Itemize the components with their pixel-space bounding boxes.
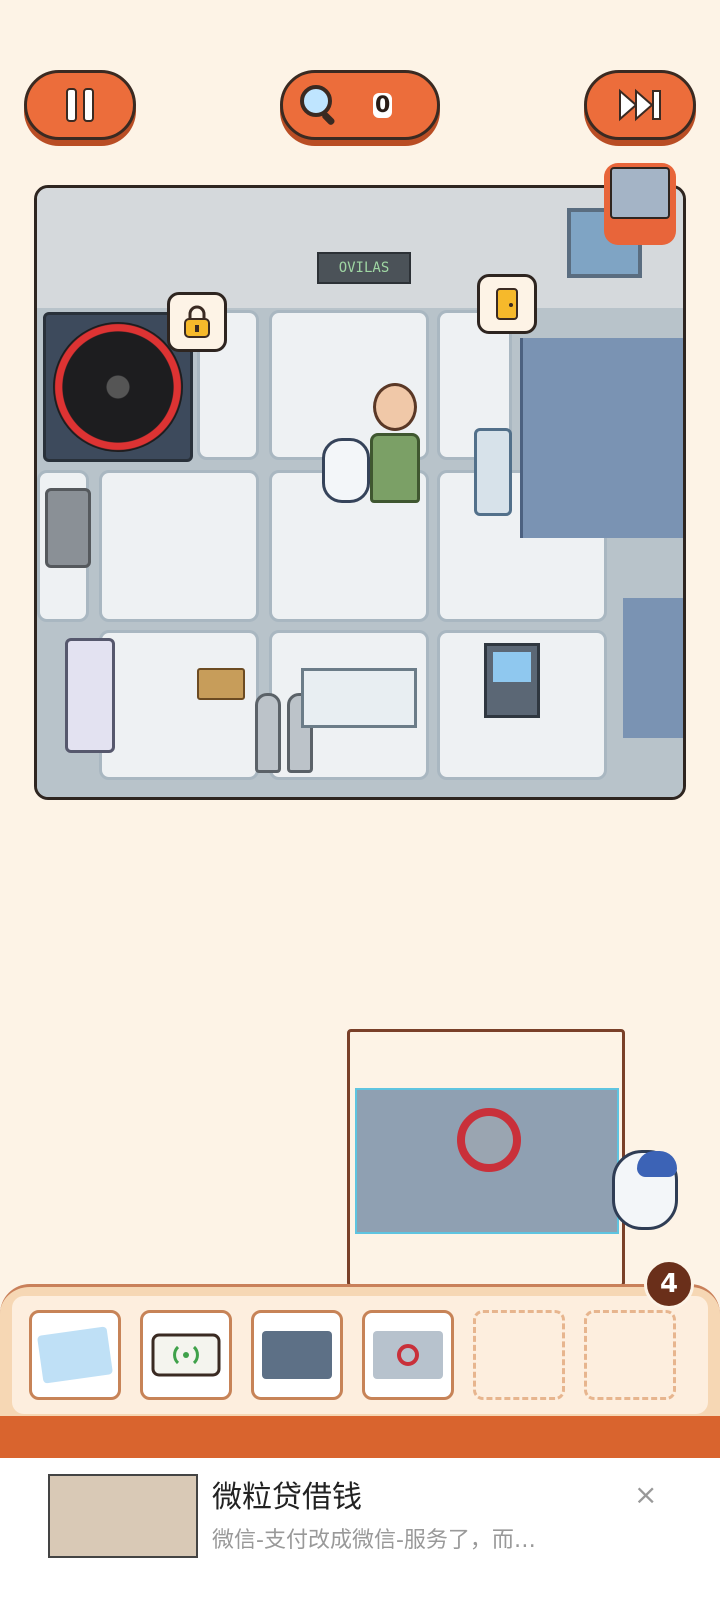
inventory-slot-empty[interactable]: [473, 1310, 565, 1400]
hint-count: 0: [373, 92, 393, 118]
robot-mascot[interactable]: [612, 1150, 678, 1230]
control-post[interactable]: [474, 428, 512, 516]
door-bubble[interactable]: [477, 274, 537, 334]
minimap-thumbnail: [610, 167, 670, 219]
cardboard-box[interactable]: [197, 668, 245, 700]
item-preview-popup: [347, 1029, 625, 1287]
inventory-bar: [0, 1284, 720, 1458]
lab-table[interactable]: [301, 668, 417, 728]
ad-title[interactable]: 微粒贷借钱: [212, 1472, 362, 1516]
animal-cages-lower[interactable]: [623, 598, 683, 738]
equipment-cart[interactable]: [65, 638, 115, 753]
wall-panel[interactable]: [484, 643, 540, 718]
ad-banner[interactable]: 微粒贷借钱 微信-支付改成微信-服务了，而… ×: [0, 1458, 720, 1600]
magnifier-icon: [300, 85, 335, 125]
inventory-slot-panel[interactable]: [251, 1310, 343, 1400]
panel-photo-icon: [262, 1331, 332, 1379]
inventory-slot-empty[interactable]: [584, 1310, 676, 1400]
inventory-slot-signal[interactable]: [140, 1310, 232, 1400]
animal-cages[interactable]: [520, 338, 683, 538]
skip-button[interactable]: [584, 70, 696, 140]
trash-bin[interactable]: [45, 488, 91, 568]
fast-forward-icon: [619, 88, 661, 122]
item-preview-image: [355, 1088, 619, 1234]
signal-device-icon: [151, 1333, 221, 1377]
floor-tile: [99, 630, 259, 780]
hint-button[interactable]: 0: [280, 70, 440, 140]
ad-thumbnail[interactable]: [48, 1474, 198, 1558]
game-scene[interactable]: OVILAS: [34, 185, 686, 800]
floor-tile: [99, 470, 259, 622]
inventory-slot-map[interactable]: [29, 1310, 121, 1400]
map-card-icon: [37, 1326, 113, 1384]
robot-dog[interactable]: [322, 438, 370, 503]
wall-sign: OVILAS: [317, 252, 411, 284]
ad-close-button[interactable]: ×: [634, 1478, 657, 1511]
lock-icon: [184, 305, 210, 338]
pause-icon: [66, 88, 94, 122]
player-character[interactable]: [367, 383, 422, 503]
door-icon: [496, 288, 518, 320]
vault-lock-dial: [457, 1108, 521, 1172]
vault-lock-photo-icon: [373, 1331, 443, 1379]
inventory-slot-vault[interactable]: [362, 1310, 454, 1400]
inventory-count-badge: 4: [644, 1259, 694, 1309]
gas-tank[interactable]: [255, 693, 281, 773]
minimap-button[interactable]: [604, 163, 676, 245]
pause-button[interactable]: [24, 70, 136, 140]
ad-subtitle[interactable]: 微信-支付改成微信-服务了，而…: [212, 1522, 536, 1554]
lock-bubble[interactable]: [167, 292, 227, 352]
